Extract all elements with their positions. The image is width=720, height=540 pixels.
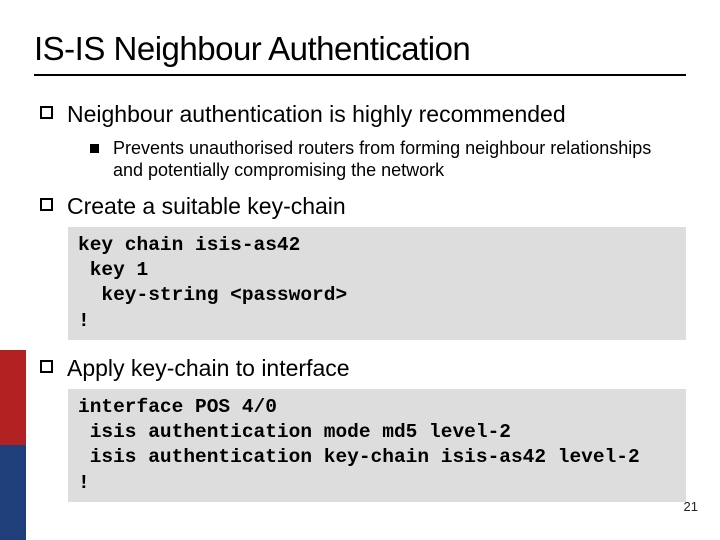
bullet-item: Neighbour authentication is highly recom…: [40, 100, 686, 182]
accent-red: [0, 350, 26, 445]
sidebar-accent: [0, 350, 26, 540]
accent-blue: [0, 445, 26, 540]
square-bullet-icon: [40, 198, 53, 211]
code-block: interface POS 4/0 isis authentication mo…: [68, 389, 686, 502]
slide: IS-IS Neighbour Authentication Neighbour…: [0, 0, 720, 540]
sub-bullet-item: Prevents unauthorised routers from formi…: [40, 137, 686, 182]
square-bullet-icon: [40, 106, 53, 119]
bullet-item: Apply key-chain to interface interface P…: [40, 354, 686, 502]
code-block: key chain isis-as42 key 1 key-string <pa…: [68, 227, 686, 340]
slide-title: IS-IS Neighbour Authentication: [34, 30, 686, 76]
filled-square-bullet-icon: [90, 144, 99, 153]
page-number: 21: [684, 499, 698, 514]
bullet-text: Neighbour authentication is highly recom…: [67, 100, 566, 129]
bullet-text: Apply key-chain to interface: [67, 354, 350, 383]
slide-body: Neighbour authentication is highly recom…: [34, 100, 686, 502]
sub-bullet-text: Prevents unauthorised routers from formi…: [113, 137, 686, 182]
square-bullet-icon: [40, 360, 53, 373]
bullet-text: Create a suitable key-chain: [67, 192, 346, 221]
bullet-item: Create a suitable key-chain key chain is…: [40, 192, 686, 340]
